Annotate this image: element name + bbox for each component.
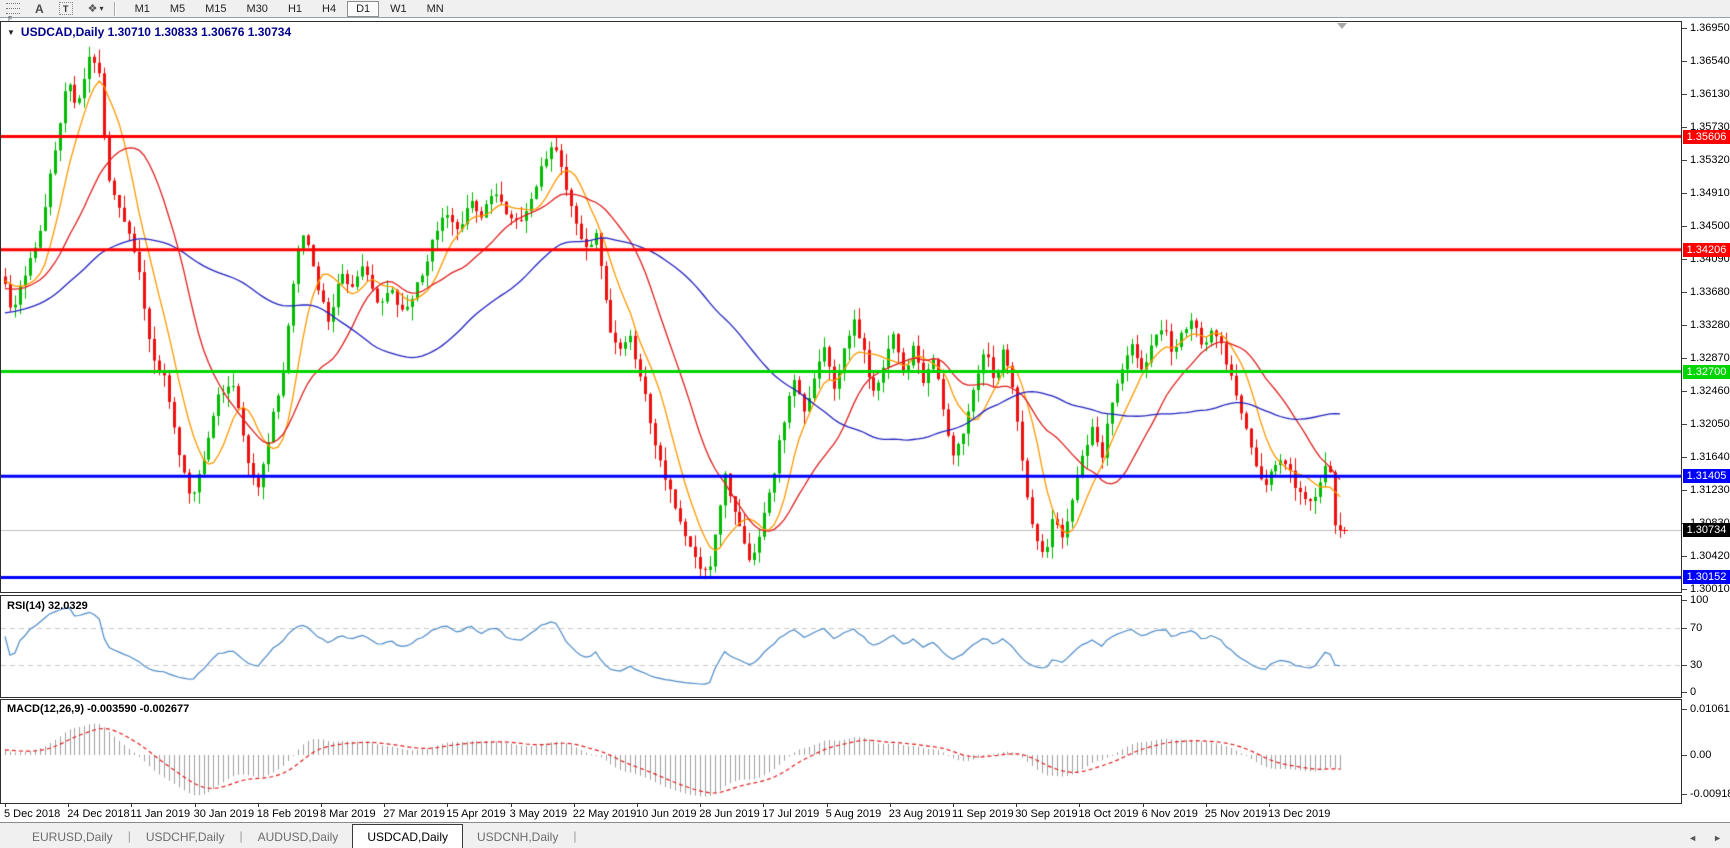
timeframe-button-m30[interactable]: M30 [238, 1, 277, 17]
tab-divider: | [573, 829, 577, 843]
line-studies-group: F A T ❖ ▾ [6, 1, 104, 23]
text-icon: A [35, 1, 44, 16]
price-axis-tick: 1.36950 [1682, 21, 1730, 34]
timeframe-button-m15[interactable]: M15 [196, 1, 235, 17]
date-label: 18 Feb 2019 [256, 804, 319, 820]
price-axis-tick: 1.33280 [1682, 318, 1730, 331]
price-line-tag: 1.31405 [1683, 469, 1730, 484]
rsi-axis-tick: 100 [1681, 593, 1709, 606]
price-axis-tick: 1.35320 [1682, 153, 1730, 166]
macd-axis-tick: 0.010615 [1682, 702, 1730, 716]
price-axis-tick: 1.32050 [1682, 418, 1730, 431]
price-line-tag: 1.32700 [1683, 364, 1730, 379]
timeframe-button-mn[interactable]: MN [418, 1, 453, 17]
price-line-tag: 1.35606 [1683, 129, 1730, 144]
price-axis-tick: 1.30420 [1682, 549, 1730, 562]
fibonacci-tool-button[interactable]: F [6, 1, 20, 23]
fibonacci-icon: F [6, 3, 20, 23]
date-label: 3 May 2019 [509, 804, 568, 820]
price-axis-tick: 1.32460 [1682, 384, 1730, 397]
tabs-scroll-right-icon[interactable]: ► [1713, 833, 1722, 843]
macd-label: MACD(12,26,9) -0.003590 -0.002677 [7, 703, 190, 715]
date-label: 23 Aug 2019 [888, 804, 951, 820]
timeframe-buttons: M1 M5 M15 M30 H1 H4 D1 W1 MN [126, 0, 453, 17]
toolbar: F A T ❖ ▾ M1 M5 M15 M30 H1 H4 D1 W1 MN [0, 0, 1730, 23]
macd-axis-tick: -0.009181 [1682, 787, 1730, 801]
tab-usdcad[interactable]: USDCAD,Daily [352, 824, 463, 848]
price-axis-tick: 1.32870 [1682, 351, 1730, 364]
tab-eurusd[interactable]: EURUSD,Daily [18, 826, 127, 848]
toolbar-separator [113, 1, 116, 16]
date-label: 11 Sep 2019 [952, 804, 1014, 820]
collapse-panel-icon[interactable]: ▼ [7, 28, 15, 37]
timeframe-button-h1[interactable]: H1 [279, 1, 311, 17]
date-label: 28 Jun 2019 [699, 804, 760, 820]
chart-shift-marker-icon [1337, 23, 1347, 29]
tab-scroll-buttons: ◄ ► [1688, 833, 1722, 843]
date-label: 15 Apr 2019 [446, 804, 506, 820]
date-label: 27 Mar 2019 [383, 804, 445, 820]
price-axis-tick: 1.31230 [1682, 484, 1730, 497]
timeframe-button-d1[interactable]: D1 [347, 0, 380, 17]
date-label: 13 Dec 2019 [1268, 804, 1331, 820]
text-label-tool-button[interactable]: T [58, 1, 73, 17]
date-label: 8 Mar 2019 [320, 804, 376, 820]
date-label: 30 Sep 2019 [1015, 804, 1078, 820]
date-label: 25 Nov 2019 [1204, 804, 1268, 820]
rsi-axis-tick: 0 [1681, 686, 1697, 699]
date-label: 11 Jan 2019 [130, 804, 191, 820]
tab-usdchf[interactable]: USDCHF,Daily [132, 826, 239, 848]
tab-usdcnh[interactable]: USDCNH,Daily [463, 826, 572, 848]
tab-audusd[interactable]: AUDUSD,Daily [244, 826, 353, 848]
price-axis-tick: 1.33680 [1682, 286, 1730, 299]
price-chart-canvas[interactable] [1, 22, 1681, 592]
date-label: 30 Jan 2019 [193, 804, 255, 820]
timeframe-button-w1[interactable]: W1 [381, 1, 416, 17]
price-line-tag: 1.30152 [1683, 570, 1730, 585]
arrows-icon: ❖ [87, 3, 98, 15]
current-price-tag: 1.30734 [1683, 523, 1730, 538]
price-axis-tick: 1.34910 [1682, 186, 1730, 199]
macd-axis-tick: 0.00 [1681, 748, 1712, 761]
macd-canvas[interactable] [1, 700, 1681, 803]
date-label: 17 Jul 2019 [762, 804, 820, 820]
chart-tabs-bar: EURUSD,Daily | USDCHF,Daily | AUDUSD,Daily US… [0, 822, 1730, 848]
chart-title-text: USDCAD,Daily 1.30710 1.30833 1.30676 1.3… [20, 25, 292, 39]
price-axis-tick: 1.36130 [1682, 88, 1730, 101]
timeframe-button-h4[interactable]: H4 [313, 1, 345, 17]
arrows-tool-button[interactable]: ❖ ▾ [88, 1, 104, 17]
price-axis-tick: 1.36540 [1682, 55, 1730, 68]
price-line-tag: 1.34206 [1683, 242, 1730, 257]
date-label: 5 Dec 2018 [4, 804, 61, 820]
timeframe-button-m5[interactable]: M5 [161, 1, 194, 17]
date-label: 6 Nov 2019 [1141, 804, 1198, 820]
timeframe-button-m1[interactable]: M1 [126, 1, 159, 17]
rsi-axis-tick: 70 [1681, 621, 1703, 634]
tabs-scroll-left-icon[interactable]: ◄ [1688, 833, 1697, 843]
rsi-axis-tick: 30 [1681, 658, 1703, 671]
date-label: 5 Aug 2019 [825, 804, 882, 820]
text-tool-button[interactable]: A [35, 1, 44, 17]
date-label: 22 May 2019 [572, 804, 637, 820]
chart-title: ▼ USDCAD,Daily 1.30710 1.30833 1.30676 1… [7, 25, 291, 39]
chevron-down-icon: ▾ [99, 4, 104, 13]
rsi-canvas[interactable] [1, 596, 1681, 697]
date-label: 10 Jun 2019 [636, 804, 697, 820]
price-axis-tick: 1.31640 [1682, 451, 1730, 464]
date-axis[interactable]: 5 Dec 2018 24 Dec 2018 11 Jan 2019 30 Jan 2… [0, 804, 1730, 822]
date-label: 24 Dec 2018 [67, 804, 130, 820]
price-axis-tick: 1.34500 [1682, 220, 1730, 232]
text-label-icon: T [58, 2, 73, 15]
rsi-label: RSI(14) 32.0329 [7, 600, 88, 612]
date-label: 18 Oct 2019 [1078, 804, 1139, 820]
